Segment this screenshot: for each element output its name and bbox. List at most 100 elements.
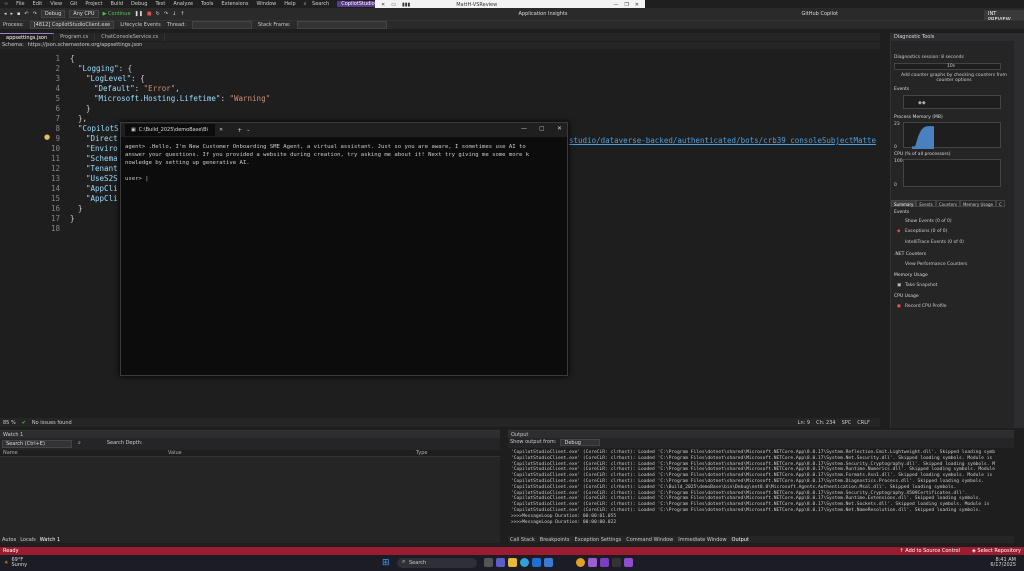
menu-analyze[interactable]: Analyze	[169, 1, 197, 7]
code-line[interactable]: 3 "LogLevel": {	[0, 74, 880, 84]
events-track[interactable]: ◆◆	[903, 95, 1001, 109]
save-icon[interactable]: ▪	[17, 11, 20, 17]
lifecycle-events-button[interactable]: Lifecycle Events	[120, 22, 160, 28]
exceptions-link[interactable]: Exceptions (0 of 0)	[905, 229, 947, 234]
menu-view[interactable]: View	[46, 1, 66, 7]
col-type[interactable]: Type	[416, 450, 427, 456]
vs-icon[interactable]	[600, 558, 609, 567]
tab-chatconsoleservice[interactable]: ChatConsoleService.cs	[95, 33, 166, 41]
tab-appsettings[interactable]: appsettings.json	[0, 33, 55, 41]
step-out-icon[interactable]: ↑	[180, 11, 184, 17]
back-icon[interactable]: ◂	[4, 11, 7, 17]
config-select[interactable]: Debug	[40, 10, 66, 18]
outlook-icon[interactable]	[532, 558, 541, 567]
maximize-icon[interactable]: ▢	[539, 125, 545, 132]
terminal-window[interactable]: ▣ C:\Build_2025\demoBase\Bi ✕ + ⌄ — ▢ ✕ …	[120, 122, 568, 376]
tab-watch1[interactable]: Watch 1	[40, 537, 60, 544]
new-tab-icon[interactable]: +	[237, 127, 242, 134]
teams-icon[interactable]	[496, 558, 505, 567]
task-view-icon[interactable]	[484, 558, 493, 567]
weather-widget[interactable]: 69°F Sunny	[11, 558, 27, 568]
menu-git[interactable]: Git	[66, 1, 81, 7]
minimize-icon[interactable]: —	[521, 125, 527, 132]
code-link-fragment[interactable]: studio/dataverse-backed/authenticated/bo…	[569, 136, 876, 145]
line-endings[interactable]: CRLF	[857, 420, 870, 426]
terminal-app-icon[interactable]	[612, 558, 621, 567]
zoom-level[interactable]: 85 %	[3, 420, 16, 426]
terminal-tab[interactable]: ▣ C:\Build_2025\demoBase\Bi	[125, 124, 215, 136]
take-snapshot-button[interactable]: Take Snapshot	[905, 283, 937, 288]
vs-preview-icon[interactable]	[624, 558, 633, 567]
menu-file[interactable]: File	[12, 1, 28, 7]
tab-autos[interactable]: Autos	[2, 537, 16, 544]
tab-memory-usage[interactable]: Memory Usage	[959, 200, 996, 207]
col-value[interactable]: Value	[168, 450, 182, 456]
code-line[interactable]: 6}	[0, 104, 880, 114]
taskbar-search[interactable]: Search	[397, 558, 477, 568]
undo-icon[interactable]: ↶	[24, 11, 28, 17]
step-into-icon[interactable]: ↓	[172, 11, 176, 17]
close-share-icon[interactable]: ✕	[381, 2, 385, 8]
view-perf-counters-link[interactable]: View Performance Counters	[905, 262, 967, 267]
cpu-chart[interactable]	[903, 159, 1001, 187]
restart-icon[interactable]: ↻	[156, 11, 160, 17]
code-line[interactable]: 2 "Logging": {	[0, 64, 880, 74]
tab-counters[interactable]: Counters	[935, 200, 960, 207]
copilot-button[interactable]: GitHub Copilot	[802, 11, 838, 17]
thread-select[interactable]	[191, 21, 252, 29]
breakpoint-hint-icon[interactable]: ●	[44, 133, 50, 141]
chrome-icon[interactable]	[576, 558, 585, 567]
redo-icon[interactable]: ↷	[33, 11, 37, 17]
windows-start-icon[interactable]: ⊞	[382, 558, 390, 568]
memory-chart[interactable]	[903, 122, 1001, 149]
process-select[interactable]: [4812] CopilotStudioClient.exe	[29, 21, 115, 29]
tab-cpu[interactable]: C	[995, 200, 1005, 207]
menu-tools[interactable]: Tools	[197, 1, 217, 7]
watch-search-input[interactable]: Search (Ctrl+E)	[2, 440, 72, 448]
tab-call-stack[interactable]: Call Stack	[510, 537, 535, 544]
monitor-icon[interactable]: ▭	[391, 2, 396, 8]
schema-url[interactable]: https://json.schemastore.org/appsettings…	[28, 42, 143, 49]
tab-exception-settings[interactable]: Exception Settings	[575, 537, 622, 544]
tab-close-icon[interactable]: ✕	[219, 127, 223, 133]
edge-icon[interactable]	[520, 558, 529, 567]
pause-icon[interactable]: ❚❚	[135, 11, 143, 17]
stack-frame-select[interactable]	[296, 21, 387, 29]
output-text[interactable]: 'CopilotStudioClient.exe' (CoreCLR: clrh…	[508, 448, 1014, 536]
close-icon[interactable]: ✕	[635, 2, 639, 8]
intellitrace-link[interactable]: IntelliTrace Events (0 of 0)	[905, 240, 964, 245]
tab-command-window[interactable]: Command Window	[626, 537, 673, 544]
source-control-button[interactable]: ↑ Add to Source Control	[899, 548, 960, 554]
menu-extensions[interactable]: Extensions	[217, 1, 252, 7]
tab-output[interactable]: Output	[732, 537, 749, 544]
app-insights-button[interactable]: Application Insights	[518, 11, 567, 17]
step-over-icon[interactable]: ↷	[164, 11, 168, 17]
timeline-ruler[interactable]: 10s	[894, 63, 1001, 70]
tab-events[interactable]: Events	[916, 200, 936, 207]
output-source-select[interactable]: Debug	[560, 439, 601, 446]
menu-help[interactable]: Help	[280, 1, 299, 7]
tab-locals[interactable]: Locals	[20, 537, 36, 544]
restore-share-icon[interactable]: ❐	[624, 2, 628, 8]
issues-status[interactable]: No issues found	[32, 420, 72, 426]
code-line[interactable]: 4 "Default": "Error",	[0, 84, 880, 94]
forward-icon[interactable]: ▸	[11, 11, 14, 17]
stop-icon[interactable]: ■	[147, 11, 152, 17]
file-explorer-icon[interactable]	[508, 558, 517, 567]
terminal-output[interactable]: agent> .Hello, I'm New Customer Onboardi…	[121, 137, 567, 189]
spacing-mode[interactable]: SPC	[842, 420, 852, 426]
code-line[interactable]: 5 "Microsoft.Hosting.Lifetime": "Warning"	[0, 94, 880, 104]
col-name[interactable]: Name	[3, 450, 18, 456]
menu-project[interactable]: Project	[81, 1, 106, 7]
copilot-icon[interactable]	[588, 558, 597, 567]
menu-window[interactable]: Window	[253, 1, 281, 7]
tab-breakpoints[interactable]: Breakpoints	[540, 537, 570, 544]
tab-program[interactable]: Program.cs	[54, 33, 96, 41]
dropdown-icon[interactable]: ⌄	[246, 127, 250, 133]
search-menu[interactable]: ⌕ Search	[300, 1, 338, 7]
continue-button[interactable]: ▶ Continue	[103, 11, 131, 17]
close-icon[interactable]: ✕	[557, 125, 562, 132]
minimize-share-icon[interactable]: —	[613, 2, 618, 8]
menu-edit[interactable]: Edit	[29, 1, 47, 7]
time-display[interactable]: 8:41 AM 6/17/2025	[990, 558, 1016, 568]
